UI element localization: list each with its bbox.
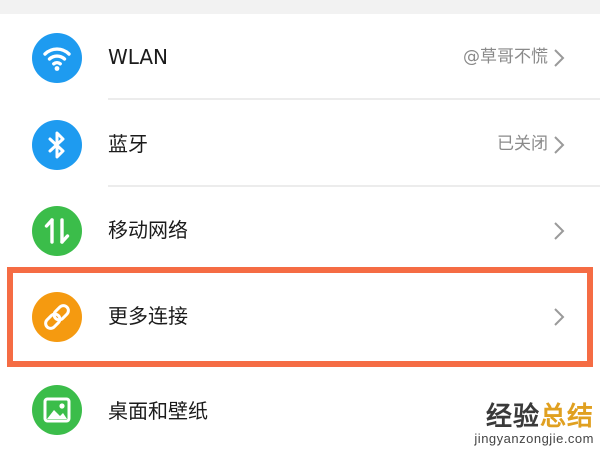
wifi-icon [32, 33, 82, 83]
chevron-right-icon [552, 135, 566, 155]
settings-item-value: @草哥不慌 [463, 47, 548, 67]
settings-item-bluetooth[interactable]: 蓝牙 已关闭 [0, 101, 600, 187]
mobile-data-icon [32, 206, 82, 256]
bluetooth-icon [32, 120, 82, 170]
settings-item-label: 桌面和壁纸 [108, 399, 208, 423]
chevron-right-icon [552, 48, 566, 68]
settings-item-value: 已关闭 [497, 134, 548, 154]
settings-item-label: 蓝牙 [108, 132, 148, 156]
settings-item-wlan[interactable]: WLAN @草哥不慌 [0, 14, 600, 100]
settings-item-label: 更多连接 [108, 304, 188, 328]
link-icon [32, 292, 82, 342]
wallpaper-icon [32, 385, 82, 435]
settings-item-desktop-wallpaper[interactable]: 桌面和壁纸 [0, 360, 600, 450]
settings-item-more-connections[interactable]: 更多连接 [0, 273, 600, 359]
top-strip [0, 0, 600, 14]
settings-item-mobile-network[interactable]: 移动网络 [0, 187, 600, 273]
settings-item-label: WLAN [108, 45, 169, 69]
chevron-right-icon [552, 307, 566, 327]
settings-item-label: 移动网络 [108, 218, 188, 242]
chevron-right-icon [552, 221, 566, 241]
divider [108, 98, 600, 100]
